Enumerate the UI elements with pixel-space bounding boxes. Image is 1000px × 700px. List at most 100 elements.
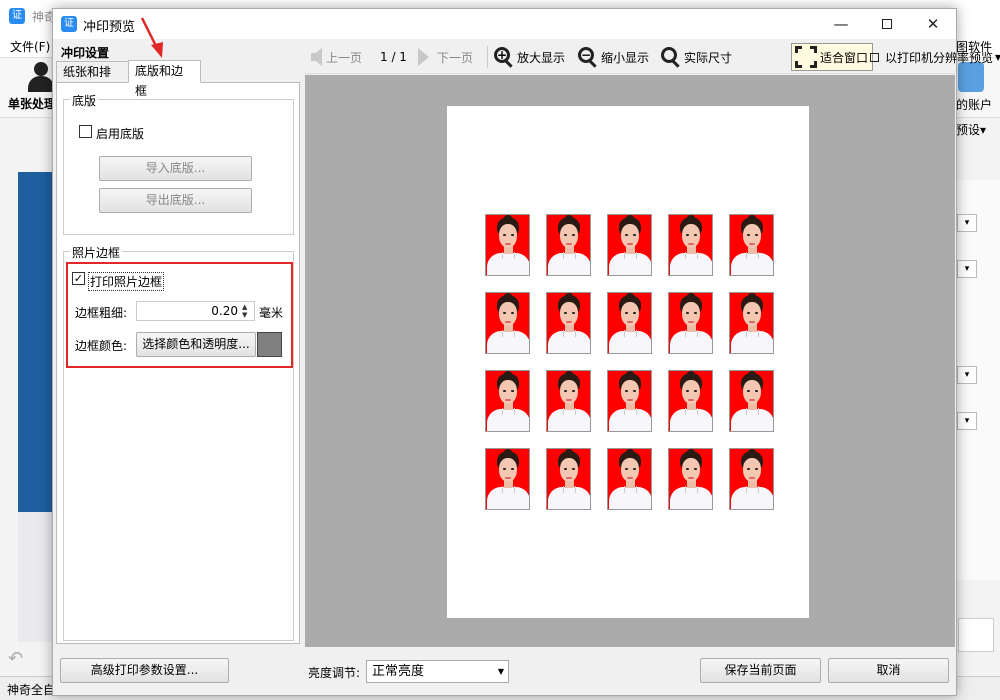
id-photo — [485, 292, 530, 354]
user-icon[interactable] — [28, 62, 54, 92]
id-photo — [668, 214, 713, 276]
id-photo — [607, 292, 652, 354]
id-photo — [607, 370, 652, 432]
preview-canvas[interactable] — [305, 75, 955, 647]
id-photo — [607, 214, 652, 276]
preview-toolbar: 上一页 1 / 1 下一页 + 放大显示 − 缩小显示 实际尺寸 适合窗口 以打… — [305, 40, 1000, 74]
id-photo — [485, 214, 530, 276]
next-page-label: 下一页 — [437, 50, 474, 65]
border-thickness-label: 边框粗细: — [75, 306, 128, 320]
background-action-button[interactable] — [958, 618, 994, 652]
maximize-icon — [882, 19, 892, 29]
advanced-print-settings-button[interactable]: 高级打印参数设置... — [60, 658, 229, 683]
preset-dropdown[interactable]: 预设▾ — [956, 121, 986, 138]
photo-border-group: 照片边框 ✓ 打印照片边框 边框粗细: 0.20 ▲ ▼ 毫米 边框颜色: 选择颜… — [63, 244, 294, 641]
id-photo — [607, 448, 652, 510]
border-thickness-spinner[interactable]: 0.20 ▲ ▼ — [136, 301, 255, 321]
actual-size-icon — [661, 47, 681, 68]
zoom-out-label: 缩小显示 — [601, 50, 650, 65]
prev-arrow-icon — [311, 48, 322, 66]
choose-color-button[interactable]: 选择颜色和透明度... — [136, 332, 256, 357]
fit-window-button[interactable]: 适合窗口 — [791, 43, 880, 71]
id-photo — [546, 214, 591, 276]
printer-resolution-label: 以打印机分辨率预览 — [885, 50, 994, 65]
brightness-select[interactable]: 正常亮度 ▼ — [366, 660, 509, 683]
maximize-button[interactable] — [864, 9, 910, 39]
border-thickness-value: 0.20 — [211, 304, 238, 318]
id-photo — [729, 370, 774, 432]
id-photo — [729, 214, 774, 276]
actual-size-label: 实际尺寸 — [684, 50, 733, 65]
cancel-button[interactable]: 取消 — [828, 658, 949, 683]
background-select-2[interactable]: ▾ — [957, 260, 977, 278]
id-photo — [546, 448, 591, 510]
print-border-label[interactable]: 打印照片边框 — [88, 272, 165, 291]
id-photo — [485, 370, 530, 432]
spinner-arrows-icon[interactable]: ▲ ▼ — [242, 303, 252, 319]
dialog-bottom-bar: 高级打印参数设置... 亮度调节: 正常亮度 ▼ 保存当前页面 取消 — [53, 649, 956, 695]
tab-panel-base-border: 底版 启用底版 导入底版... 导出底版... 照片边框 ✓ 打印照片边框 边框… — [56, 82, 300, 644]
tab-base-border[interactable]: 底版和边框 — [128, 60, 201, 98]
id-photo — [729, 292, 774, 354]
prev-page-label: 上一页 — [326, 50, 363, 65]
background-right-panel: ▾ ▾ ▾ ▾ — [956, 180, 1000, 580]
menu-file[interactable]: 文件(F) — [10, 38, 50, 55]
id-photo — [668, 292, 713, 354]
paper-page — [447, 106, 809, 618]
id-photo — [668, 448, 713, 510]
brightness-value: 正常亮度 — [372, 664, 425, 679]
zoom-in-icon: + — [494, 47, 514, 68]
close-button[interactable]: ✕ — [910, 9, 956, 39]
id-photo — [729, 448, 774, 510]
id-photo — [546, 292, 591, 354]
border-color-label: 边框颜色: — [75, 339, 128, 353]
zoom-in-label: 放大显示 — [517, 50, 566, 65]
base-group: 底版 启用底版 导入底版... 导出底版... — [63, 92, 294, 235]
zoom-in-button[interactable]: + 放大显示 — [494, 40, 565, 74]
printer-resolution-dropdown[interactable]: 以打印机分辨率预览 ▼ — [885, 40, 1000, 74]
brightness-label: 亮度调节: — [308, 666, 361, 680]
dropdown-arrow-icon: ▼ — [995, 52, 1000, 62]
border-color-swatch[interactable] — [257, 332, 282, 357]
background-select-1[interactable]: ▾ — [957, 214, 977, 232]
enable-base-label[interactable]: 启用底版 — [96, 125, 144, 142]
zoom-out-icon: − — [578, 47, 598, 68]
print-preview-dialog: 证 冲印预览 — ✕ 冲印设置 纸张和排版 底版和边框 底版 启用底版 导入底版… — [52, 8, 1000, 696]
chevron-down-icon: ▼ — [497, 667, 504, 676]
base-group-title: 底版 — [70, 92, 99, 109]
account-label[interactable]: 的账户 — [956, 96, 992, 113]
background-select-4[interactable]: ▾ — [957, 412, 977, 430]
fit-window-label: 适合窗口 — [820, 50, 869, 65]
window-icon — [870, 52, 880, 62]
undo-icon[interactable]: ↶ — [8, 648, 23, 669]
photo-border-group-title: 照片边框 — [70, 244, 123, 261]
background-select-3[interactable]: ▾ — [957, 366, 977, 384]
dialog-title: 冲印预览 — [83, 20, 136, 35]
enable-base-checkbox[interactable] — [79, 125, 92, 138]
prev-page-button[interactable]: 上一页 — [311, 40, 362, 74]
border-thickness-unit: 毫米 — [259, 306, 284, 320]
minimize-button[interactable]: — — [818, 9, 864, 39]
app-logo-icon: 证 — [9, 8, 25, 24]
background-photo-thumbnail — [18, 172, 54, 642]
zoom-out-button[interactable]: − 缩小显示 — [578, 40, 649, 74]
id-photo — [668, 370, 713, 432]
actual-size-button[interactable]: 实际尺寸 — [661, 40, 732, 74]
print-border-checkbox[interactable]: ✓ — [72, 272, 85, 285]
id-photo — [546, 370, 591, 432]
status-text: 神奇全自 — [7, 683, 56, 697]
page-indicator: 1 / 1 — [380, 50, 407, 64]
id-photo — [485, 448, 530, 510]
import-base-button[interactable]: 导入底版... — [99, 156, 252, 181]
export-base-button[interactable]: 导出底版... — [99, 188, 252, 213]
single-process-label[interactable]: 单张处理 — [8, 95, 56, 112]
next-page-button[interactable]: 下一页 — [418, 40, 473, 74]
print-settings-heading: 冲印设置 — [61, 46, 110, 60]
fit-window-inner: 适合窗口 — [795, 40, 880, 74]
tab-paper-layout[interactable]: 纸张和排版 — [56, 61, 129, 99]
next-arrow-icon — [418, 48, 429, 66]
dialog-titlebar[interactable]: 证 冲印预览 — ✕ — [53, 9, 956, 39]
fit-window-icon — [795, 46, 817, 68]
save-page-button[interactable]: 保存当前页面 — [700, 658, 821, 683]
app-logo-icon: 证 — [61, 16, 77, 32]
